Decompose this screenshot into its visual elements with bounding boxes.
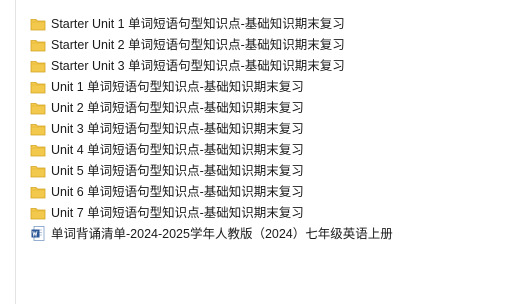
file-name: Unit 5 单词短语句型知识点-基础知识期末复习 xyxy=(51,163,304,178)
navigation-pane-edge xyxy=(0,0,16,304)
file-name: Starter Unit 3 单词短语句型知识点-基础知识期末复习 xyxy=(51,58,345,73)
list-item-folder[interactable]: Unit 2 单词短语句型知识点-基础知识期末复习 xyxy=(30,97,510,118)
list-item-folder[interactable]: Unit 3 单词短语句型知识点-基础知识期末复习 xyxy=(30,118,510,139)
file-name: Unit 1 单词短语句型知识点-基础知识期末复习 xyxy=(51,79,304,94)
folder-icon xyxy=(30,121,46,137)
list-item-folder[interactable]: Unit 7 单词短语句型知识点-基础知识期末复习 xyxy=(30,202,510,223)
folder-icon xyxy=(30,79,46,95)
list-item-folder[interactable]: Starter Unit 2 单词短语句型知识点-基础知识期末复习 xyxy=(30,34,510,55)
list-item-folder[interactable]: Unit 1 单词短语句型知识点-基础知识期末复习 xyxy=(30,76,510,97)
file-name: 单词背诵清单-2024-2025学年人教版（2024）七年级英语上册 xyxy=(51,226,393,241)
file-name: Unit 4 单词短语句型知识点-基础知识期末复习 xyxy=(51,142,304,157)
list-item-document[interactable]: 单词背诵清单-2024-2025学年人教版（2024）七年级英语上册 xyxy=(30,223,510,244)
list-item-folder[interactable]: Unit 4 单词短语句型知识点-基础知识期末复习 xyxy=(30,139,510,160)
folder-icon xyxy=(30,16,46,32)
list-item-folder[interactable]: Unit 5 单词短语句型知识点-基础知识期末复习 xyxy=(30,160,510,181)
folder-icon xyxy=(30,58,46,74)
word-document-icon xyxy=(30,226,46,242)
folder-icon xyxy=(30,205,46,221)
folder-icon xyxy=(30,163,46,179)
file-name: Starter Unit 1 单词短语句型知识点-基础知识期末复习 xyxy=(51,16,345,31)
list-item-folder[interactable]: Unit 6 单词短语句型知识点-基础知识期末复习 xyxy=(30,181,510,202)
file-name: Unit 3 单词短语句型知识点-基础知识期末复习 xyxy=(51,121,304,136)
file-list-pane: Starter Unit 1 单词短语句型知识点-基础知识期末复习 Starte… xyxy=(0,0,515,304)
folder-icon xyxy=(30,184,46,200)
file-name: Unit 7 单词短语句型知识点-基础知识期末复习 xyxy=(51,205,304,220)
folder-icon xyxy=(30,142,46,158)
file-name: Starter Unit 2 单词短语句型知识点-基础知识期末复习 xyxy=(51,37,345,52)
folder-icon xyxy=(30,37,46,53)
folder-icon xyxy=(30,100,46,116)
file-name: Unit 2 单词短语句型知识点-基础知识期末复习 xyxy=(51,100,304,115)
list-item-folder[interactable]: Starter Unit 3 单词短语句型知识点-基础知识期末复习 xyxy=(30,55,510,76)
file-name: Unit 6 单词短语句型知识点-基础知识期末复习 xyxy=(51,184,304,199)
list-item-folder[interactable]: Starter Unit 1 单词短语句型知识点-基础知识期末复习 xyxy=(30,13,510,34)
file-list: Starter Unit 1 单词短语句型知识点-基础知识期末复习 Starte… xyxy=(30,13,510,244)
